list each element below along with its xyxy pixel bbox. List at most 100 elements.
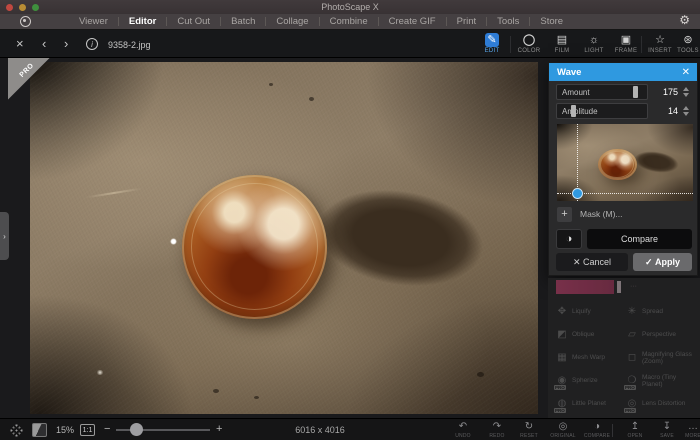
tab-edit[interactable]: ✎ EDIT bbox=[476, 33, 508, 57]
tiny-planet-icon: ❍PRO bbox=[626, 375, 638, 386]
spread-icon: ✳ bbox=[626, 306, 638, 317]
chevron-right-icon: › bbox=[3, 232, 6, 241]
settings-gear-icon[interactable]: ⚙ bbox=[679, 13, 690, 27]
effect-item[interactable]: ❍PROMacro (Tiny Planet) bbox=[626, 369, 696, 392]
zoom-in-button[interactable]: + bbox=[216, 423, 222, 435]
dimmed-slider-fill bbox=[556, 280, 614, 294]
dimmed-selected-slider: ··· bbox=[556, 280, 692, 294]
open-icon: ↥ bbox=[620, 421, 650, 432]
effect-item[interactable]: ✥Liquify bbox=[556, 300, 626, 323]
menu-item-store[interactable]: Store bbox=[530, 16, 573, 27]
effect-item[interactable]: ▱Perspective bbox=[626, 323, 696, 346]
mask-button[interactable]: + Mask (M)... bbox=[557, 206, 623, 222]
apply-button[interactable]: ✓ Apply bbox=[633, 253, 692, 271]
amplitude-slider[interactable]: Amplitude bbox=[556, 103, 648, 119]
compare-icon: ◑ bbox=[582, 421, 612, 432]
pebble bbox=[269, 83, 273, 86]
menu-item-batch[interactable]: Batch bbox=[221, 16, 265, 27]
tab-tools[interactable]: ⊛ TOOLS bbox=[672, 33, 700, 57]
effect-item[interactable]: ◻Magnifying Glass (Zoom) bbox=[626, 346, 696, 369]
close-image-icon[interactable]: × bbox=[16, 36, 24, 51]
tab-color[interactable]: ◯ COLOR bbox=[513, 33, 545, 57]
info-icon[interactable]: i bbox=[86, 38, 98, 50]
zoom-out-button[interactable]: − bbox=[104, 423, 110, 435]
menu-item-editor[interactable]: Editor bbox=[119, 16, 166, 27]
spherize-icon: ◉PRO bbox=[556, 375, 568, 386]
menu-items: Viewer Editor Cut Out Batch Collage Comb… bbox=[69, 16, 573, 27]
amplitude-slider-handle[interactable] bbox=[571, 105, 576, 117]
edit-pencil-icon: ✎ bbox=[485, 33, 499, 47]
menu-item-cut-out[interactable]: Cut Out bbox=[167, 16, 220, 27]
photoscape-window: PhotoScape X Viewer Editor Cut Out Batch… bbox=[0, 0, 700, 440]
cancel-button[interactable]: ✕ Cancel bbox=[556, 253, 628, 271]
window-title: PhotoScape X bbox=[0, 2, 700, 12]
effects-list-dimmed: ··· ✥Liquify ✳Spread ◩Oblique ▱Perspecti… bbox=[548, 278, 700, 418]
bright-speck bbox=[96, 370, 104, 375]
redo-icon: ↷ bbox=[482, 421, 512, 432]
menu-item-tools[interactable]: Tools bbox=[487, 16, 529, 27]
frame-icon: ▣ bbox=[610, 33, 642, 47]
effect-item[interactable]: ◎PROLens Distortion bbox=[626, 392, 696, 415]
menu-item-collage[interactable]: Collage bbox=[266, 16, 318, 27]
wave-origin-handle[interactable] bbox=[572, 188, 583, 199]
compare-button[interactable]: Compare bbox=[587, 229, 692, 249]
one-to-one-button[interactable]: 1:1 bbox=[80, 424, 95, 436]
pro-ribbon-badge: PRO bbox=[8, 58, 50, 100]
contrast-toggle-button[interactable]: ◑ bbox=[556, 229, 582, 249]
thumb-bubble bbox=[598, 149, 637, 181]
wave-dialog-title: Wave bbox=[557, 67, 682, 78]
title-bar: PhotoScape X bbox=[0, 0, 700, 14]
toolbar-divider bbox=[641, 36, 642, 53]
undo-button[interactable]: ↶ UNDO bbox=[448, 421, 478, 439]
redo-button[interactable]: ↷ REDO bbox=[482, 421, 512, 439]
amount-slider-handle[interactable] bbox=[633, 86, 638, 98]
reset-button[interactable]: ↻ RESET bbox=[514, 421, 544, 439]
dimmed-slider-handle bbox=[617, 281, 621, 293]
menu-item-viewer[interactable]: Viewer bbox=[69, 16, 118, 27]
confirm-row: ✕ Cancel ✓ Apply bbox=[556, 253, 692, 271]
amplitude-stepper[interactable] bbox=[682, 104, 691, 118]
wave-preview-thumbnail[interactable] bbox=[557, 124, 693, 201]
sidebar-expander[interactable]: › bbox=[0, 212, 9, 260]
toolbar-divider bbox=[510, 36, 511, 53]
more-button[interactable]: … MORE bbox=[678, 421, 700, 439]
statusbar-divider bbox=[612, 424, 613, 437]
film-strip-icon: ▤ bbox=[546, 33, 578, 47]
tab-frame[interactable]: ▣ FRAME bbox=[610, 33, 642, 57]
main-menu-bar: Viewer Editor Cut Out Batch Collage Comb… bbox=[0, 14, 700, 30]
open-button[interactable]: ↥ OPEN bbox=[620, 421, 650, 439]
menu-item-combine[interactable]: Combine bbox=[320, 16, 378, 27]
contrast-icon: ◑ bbox=[566, 233, 573, 245]
effect-item[interactable]: ◉PROSpherize bbox=[556, 369, 626, 392]
amount-slider[interactable]: Amount bbox=[556, 84, 648, 100]
amount-stepper[interactable] bbox=[682, 85, 691, 99]
effects-grid: ✥Liquify ✳Spread ◩Oblique ▱Perspective ▦… bbox=[556, 300, 696, 418]
brush-tools-icon: ⊛ bbox=[672, 33, 700, 47]
perspective-icon: ▱ bbox=[626, 329, 638, 340]
next-image-icon[interactable]: › bbox=[64, 36, 68, 51]
compare-status-button[interactable]: ◑ COMPARE bbox=[582, 421, 612, 439]
tab-light[interactable]: ☼ LIGHT bbox=[578, 33, 610, 57]
navigator-pan-icon[interactable] bbox=[10, 424, 23, 437]
dimmed-slider-text: ··· bbox=[630, 283, 637, 290]
wave-dialog-header[interactable]: Wave ✕ bbox=[549, 63, 697, 81]
background-toggle-icon[interactable] bbox=[32, 423, 47, 437]
amount-value[interactable]: 175 bbox=[652, 87, 678, 97]
sun-icon: ☼ bbox=[578, 33, 610, 47]
compare-row: ◑ Compare bbox=[556, 229, 692, 249]
effect-item[interactable]: ◍PROLittle Planet bbox=[556, 392, 626, 415]
original-button[interactable]: ◎ ORIGINAL bbox=[548, 421, 578, 439]
menu-item-create-gif[interactable]: Create GIF bbox=[379, 16, 446, 27]
amplitude-value[interactable]: 14 bbox=[652, 106, 678, 116]
previous-image-icon[interactable]: ‹ bbox=[42, 36, 46, 51]
effect-item[interactable]: ▦Mesh Warp bbox=[556, 346, 626, 369]
zoom-slider-handle[interactable] bbox=[130, 423, 143, 436]
effect-item[interactable]: ◩Oblique bbox=[556, 323, 626, 346]
menu-item-print[interactable]: Print bbox=[447, 16, 487, 27]
tab-film[interactable]: ▤ FILM bbox=[546, 33, 578, 57]
original-icon: ◎ bbox=[548, 421, 578, 432]
zoom-level-label[interactable]: 15% bbox=[56, 425, 74, 435]
photo-image[interactable] bbox=[30, 62, 538, 414]
effect-item[interactable]: ✳Spread bbox=[626, 300, 696, 323]
close-icon[interactable]: ✕ bbox=[682, 67, 690, 78]
